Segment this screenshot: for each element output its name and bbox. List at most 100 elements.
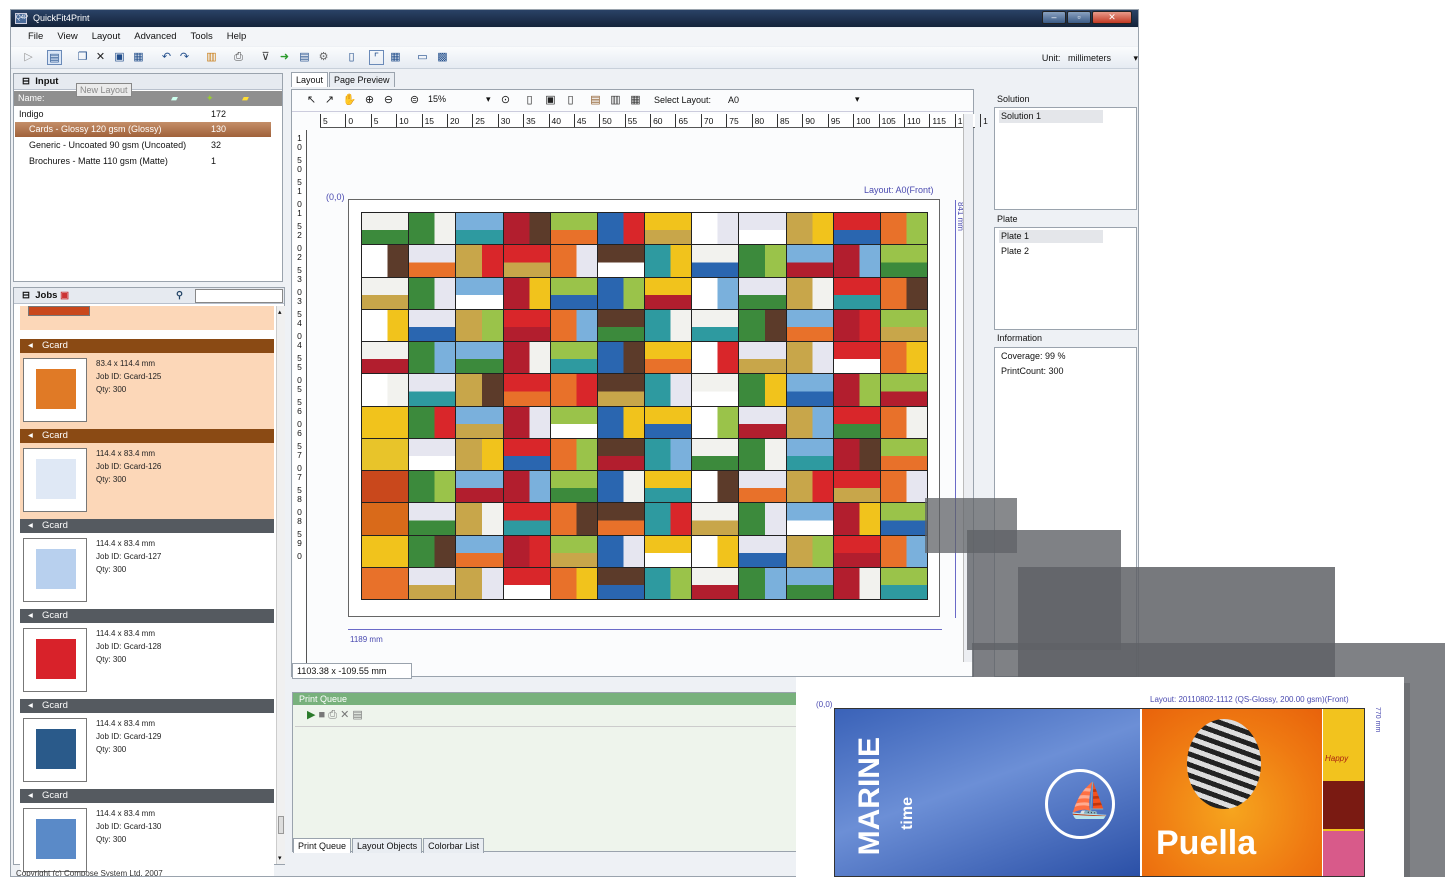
business-card-tile[interactable] — [645, 438, 692, 470]
minimize-button[interactable]: – — [1042, 11, 1066, 24]
monitor-icon[interactable]: ▭ — [415, 50, 430, 65]
jobs-search-input[interactable] — [195, 289, 283, 303]
business-card-tile[interactable] — [739, 309, 786, 341]
business-card-tile[interactable] — [409, 535, 456, 567]
layout-sheet[interactable] — [348, 199, 940, 617]
binoculars-icon[interactable]: ⚲ — [176, 288, 183, 304]
business-card-tile[interactable] — [362, 309, 409, 341]
business-card-tile[interactable] — [409, 471, 456, 503]
business-card-tile[interactable] — [597, 503, 644, 535]
business-card-tile[interactable] — [456, 213, 503, 245]
business-card-tile[interactable] — [833, 471, 880, 503]
business-card-tile[interactable] — [597, 309, 644, 341]
business-card-tile[interactable] — [786, 567, 833, 599]
business-card-tile[interactable] — [645, 374, 692, 406]
business-card-tile[interactable] — [692, 213, 739, 245]
business-card-tile[interactable] — [645, 535, 692, 567]
business-card-tile[interactable] — [739, 406, 786, 438]
target-icon[interactable]: ⊙ — [498, 93, 513, 108]
business-card-tile[interactable] — [739, 245, 786, 277]
business-card-tile[interactable] — [456, 567, 503, 599]
business-card-tile[interactable] — [503, 406, 550, 438]
business-card-tile[interactable] — [503, 342, 550, 374]
zoom-field[interactable]: 15% — [428, 94, 488, 104]
business-card-tile[interactable] — [503, 567, 550, 599]
business-card-tile[interactable] — [645, 503, 692, 535]
play-icon[interactable]: ▶ — [307, 709, 315, 721]
business-card-tile[interactable] — [786, 503, 833, 535]
tab-page-preview[interactable]: Page Preview — [329, 72, 395, 87]
business-card-tile[interactable] — [597, 213, 644, 245]
business-card-tile[interactable] — [550, 213, 597, 245]
business-card-tile[interactable] — [833, 213, 880, 245]
business-card-tile[interactable] — [833, 567, 880, 599]
business-card-tile[interactable] — [597, 342, 644, 374]
business-card-tile[interactable] — [833, 277, 880, 309]
business-card-tile[interactable] — [409, 438, 456, 470]
business-card-tile[interactable] — [597, 277, 644, 309]
business-card-tile[interactable] — [362, 535, 409, 567]
business-card-tile[interactable] — [786, 213, 833, 245]
business-card-tile[interactable] — [503, 438, 550, 470]
business-card-tile[interactable] — [550, 535, 597, 567]
business-card-tile[interactable] — [692, 406, 739, 438]
close-button[interactable]: ✕ — [1092, 11, 1132, 24]
tab-colorbar-list[interactable]: Colorbar List — [423, 838, 485, 853]
job-header[interactable]: Gcard — [20, 609, 274, 623]
business-card-tile[interactable] — [362, 374, 409, 406]
menu-help[interactable]: Help — [220, 28, 254, 46]
title-bar[interactable]: Q4P QuickFit4Print – ▫ ✕ — [11, 10, 1138, 27]
business-card-tile[interactable] — [786, 406, 833, 438]
job-header[interactable]: Gcard — [20, 429, 274, 443]
business-card-tile[interactable] — [456, 374, 503, 406]
scroll-thumb[interactable] — [278, 816, 284, 834]
business-card-tile[interactable] — [645, 309, 692, 341]
business-card-tile[interactable] — [409, 342, 456, 374]
business-card-tile[interactable] — [362, 213, 409, 245]
undo-icon[interactable]: ↶ — [159, 50, 174, 65]
business-card-tile[interactable] — [692, 567, 739, 599]
input-row[interactable]: Indigo 172 — [15, 107, 271, 122]
job-header[interactable]: Gcard — [20, 699, 274, 713]
job-item[interactable]: 114.4 x 83.4 mm Job ID: Gcard-127 Qty: 300 — [20, 533, 274, 609]
job-partial-item[interactable] — [20, 306, 274, 330]
rotate-icon[interactable]: ▦ — [628, 93, 643, 108]
business-card-tile[interactable] — [645, 567, 692, 599]
save-all-icon[interactable]: ▦ — [131, 50, 146, 65]
solution-item[interactable]: Solution 1 — [999, 110, 1103, 123]
business-card-tile[interactable] — [550, 342, 597, 374]
clipboard-icon[interactable]: ▥ — [204, 50, 219, 65]
select-layout-dropdown[interactable]: A0 — [728, 95, 856, 105]
business-card-tile[interactable] — [409, 567, 456, 599]
pdf-icon[interactable]: ▣ — [60, 290, 69, 301]
business-card-tile[interactable] — [550, 567, 597, 599]
save-icon[interactable]: ▣ — [112, 50, 127, 65]
redo-icon[interactable]: ↷ — [177, 50, 192, 65]
business-card-tile[interactable] — [409, 374, 456, 406]
business-card-tile[interactable] — [692, 277, 739, 309]
business-card-tile[interactable] — [739, 438, 786, 470]
business-card-tile[interactable] — [456, 535, 503, 567]
job-header[interactable]: Gcard — [20, 789, 274, 803]
pointer-icon[interactable]: ↖ — [304, 93, 319, 108]
business-card-tile[interactable] — [880, 245, 927, 277]
business-card-tile[interactable] — [645, 213, 692, 245]
business-card-tile[interactable] — [786, 277, 833, 309]
business-card-tile[interactable] — [739, 374, 786, 406]
select-add-icon[interactable]: ↗ — [322, 93, 337, 108]
maximize-button[interactable]: ▫ — [1067, 11, 1091, 24]
business-card-tile[interactable] — [362, 245, 409, 277]
business-card-tile[interactable] — [739, 277, 786, 309]
business-card-tile[interactable] — [833, 342, 880, 374]
business-card-tile[interactable] — [409, 277, 456, 309]
jobs-panel-header[interactable]: ⊟ Jobs ▣ ⚲ — [14, 288, 284, 304]
business-card-tile[interactable] — [409, 245, 456, 277]
business-card-tile[interactable] — [597, 567, 644, 599]
business-card-tile[interactable] — [880, 471, 927, 503]
unit-dropdown[interactable]: millimeters — [1063, 52, 1131, 64]
new-layout-icon[interactable]: ▤ — [47, 50, 62, 65]
business-card-tile[interactable] — [880, 567, 927, 599]
ruler-toggle-icon[interactable]: ⌜ — [369, 50, 384, 65]
business-card-tile[interactable] — [786, 342, 833, 374]
business-card-tile[interactable] — [645, 245, 692, 277]
